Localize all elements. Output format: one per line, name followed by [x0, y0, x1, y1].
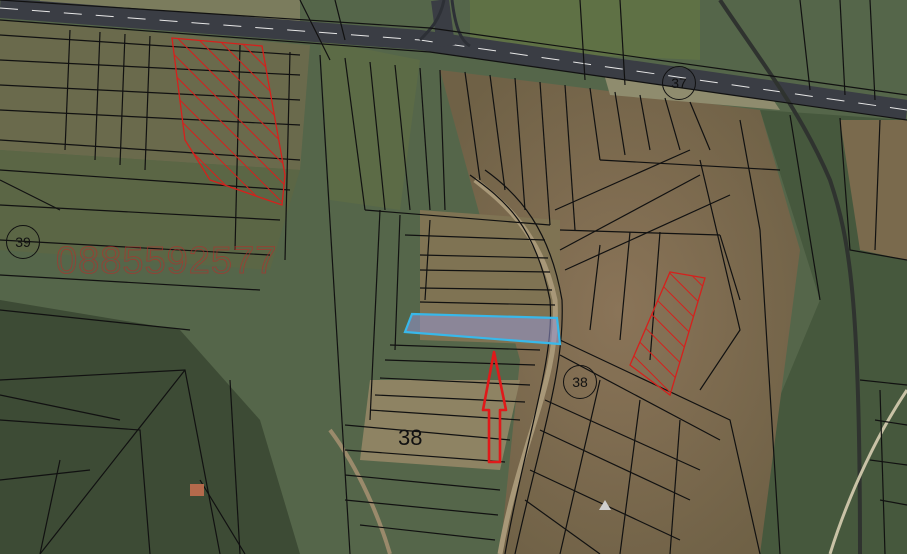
- cadastral-map[interactable]: 0885592577 38 37 39 38: [0, 0, 907, 554]
- road-badge-39: 39: [6, 225, 40, 259]
- road-badge-37: 37: [662, 66, 696, 100]
- road-badge-38: 38: [563, 365, 597, 399]
- watermark-phone: 0885592577: [55, 240, 278, 283]
- plot-label: 38: [398, 425, 423, 450]
